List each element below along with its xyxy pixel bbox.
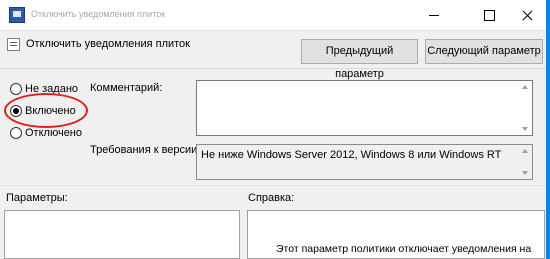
parameters-panel[interactable] [4, 210, 240, 259]
requirements-label: Требования к версии: [90, 144, 201, 156]
scroll-up-icon[interactable] [522, 149, 528, 153]
requirements-box: Не ниже Windows Server 2012, Windows 8 и… [196, 144, 533, 180]
parameters-label: Параметры: [6, 192, 68, 204]
group-policy-icon [9, 7, 25, 23]
scroll-down-icon[interactable] [522, 171, 528, 175]
requirements-text: Не ниже Windows Server 2012, Windows 8 и… [201, 149, 502, 161]
radio-not-configured-button[interactable] [10, 83, 22, 95]
close-icon[interactable] [504, 0, 550, 31]
help-label: Справка: [248, 192, 295, 204]
comment-scrollbar[interactable] [518, 81, 532, 135]
window-accent-border [546, 0, 550, 259]
title-bar: Отключить уведомления плиток [0, 0, 550, 31]
radio-disabled-label: Отключено [25, 127, 82, 139]
help-panel[interactable]: Этот параметр политики отключает уведомл… [247, 210, 545, 259]
scroll-up-icon[interactable] [522, 85, 528, 89]
comment-label: Комментарий: [90, 82, 163, 94]
annotation-highlight-ellipse [4, 93, 88, 128]
section-divider [0, 185, 546, 186]
next-setting-button[interactable]: Следующий параметр [425, 39, 543, 64]
radio-disabled-button[interactable] [10, 127, 22, 139]
help-text: Этот параметр политики отключает уведомл… [276, 243, 532, 255]
policy-setting-icon [7, 38, 20, 51]
window-title: Отключить уведомления плиток [31, 9, 166, 19]
header-divider [0, 68, 546, 69]
setting-title: Отключить уведомления плиток [26, 38, 190, 50]
scroll-down-icon[interactable] [522, 127, 528, 131]
comment-textbox[interactable] [196, 80, 533, 136]
previous-setting-button[interactable]: Предыдущий параметр [301, 39, 418, 80]
minimize-icon[interactable] [411, 0, 457, 31]
